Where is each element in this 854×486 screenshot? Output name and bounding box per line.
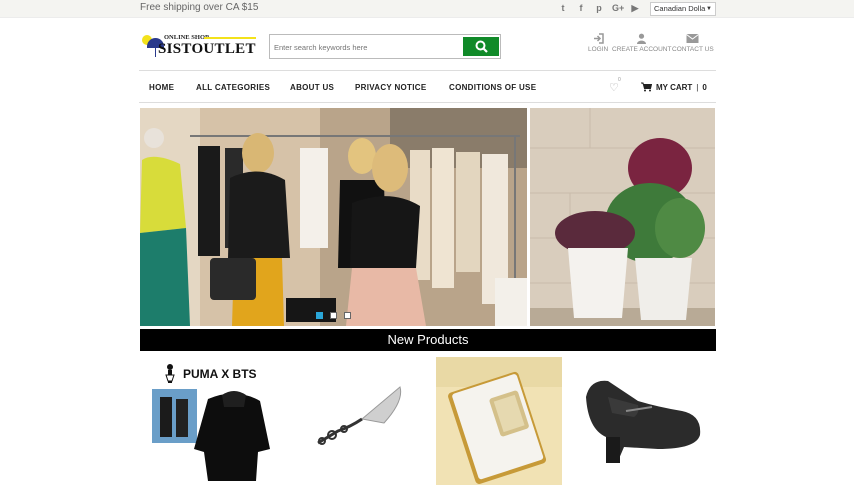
- login-link[interactable]: LOGIN: [588, 33, 608, 53]
- logo-underline: [204, 37, 256, 39]
- search-button[interactable]: [463, 37, 499, 56]
- search-input[interactable]: [274, 40, 459, 54]
- new-products-heading: New Products: [140, 329, 716, 351]
- nav-conditions-of-use[interactable]: CONDITIONS OF USE: [449, 83, 536, 92]
- slider-dot-2[interactable]: [330, 312, 337, 319]
- cart-separator: |: [696, 82, 699, 92]
- product-card[interactable]: [292, 357, 418, 485]
- product-image: PUMA X BTS: [148, 357, 274, 485]
- product-image: [436, 357, 562, 485]
- hero-slider[interactable]: [140, 108, 715, 326]
- chevron-down-icon: ▼: [706, 6, 712, 12]
- facebook-icon[interactable]: f: [576, 3, 586, 14]
- wishlist-count: 0: [618, 77, 621, 83]
- social-links: t f p G+ ▶: [558, 3, 640, 14]
- envelope-icon: [686, 34, 700, 43]
- banner-plants-image: [530, 108, 715, 326]
- product-card[interactable]: [436, 357, 562, 485]
- contact-us-link[interactable]: CONTACT US: [672, 33, 714, 53]
- create-account-link[interactable]: CREATE ACCOUNT: [612, 33, 671, 53]
- product-card[interactable]: [578, 357, 704, 485]
- cart-button[interactable]: MY CART | 0: [641, 82, 707, 92]
- create-account-label: CREATE ACCOUNT: [612, 46, 672, 53]
- cart-icon: [641, 82, 652, 92]
- pinterest-icon[interactable]: p: [594, 3, 604, 14]
- login-icon: [593, 33, 604, 44]
- youtube-icon[interactable]: ▶: [630, 3, 640, 14]
- search-icon: [475, 40, 488, 53]
- logo-name: SISTOUTLET: [158, 41, 256, 57]
- currency-value: Canadian Dolla: [654, 4, 706, 13]
- umbrella-handle: [155, 47, 156, 57]
- main-navigation: HOME ALL CATEGORIES ABOUT US PRIVACY NOT…: [139, 70, 716, 103]
- product-image: [292, 357, 418, 485]
- contact-us-label: CONTACT US: [672, 46, 714, 53]
- product-card[interactable]: PUMA X BTS: [148, 357, 274, 485]
- google-plus-icon[interactable]: G+: [612, 3, 624, 14]
- product-image-text: PUMA X BTS: [183, 367, 257, 381]
- logo-tagline: ONLINE SHOP: [164, 34, 209, 41]
- slider-dot-3[interactable]: [344, 312, 351, 319]
- search-box: [269, 34, 501, 59]
- nav-home[interactable]: HOME: [149, 83, 174, 92]
- nav-all-categories[interactable]: ALL CATEGORIES: [196, 83, 270, 92]
- site-logo[interactable]: ONLINE SHOP SISTOUTLET: [140, 33, 260, 61]
- nav-about-us[interactable]: ABOUT US: [290, 83, 334, 92]
- slider-pagination: [316, 312, 351, 319]
- twitter-icon[interactable]: t: [558, 3, 568, 14]
- login-label: LOGIN: [588, 46, 609, 53]
- nav-privacy-notice[interactable]: PRIVACY NOTICE: [355, 83, 426, 92]
- shipping-notice: Free shipping over CA $15: [140, 2, 259, 13]
- banner-boutique-image: [140, 108, 527, 326]
- user-icon: [637, 33, 647, 44]
- slider-dot-1[interactable]: [316, 312, 323, 319]
- cart-count: 0: [702, 82, 707, 92]
- currency-select[interactable]: Canadian Dolla ▼: [650, 2, 716, 16]
- cart-label: MY CART: [656, 82, 693, 92]
- top-bar: Free shipping over CA $15 t f p G+ ▶ Can…: [0, 0, 854, 18]
- product-image: [578, 357, 704, 485]
